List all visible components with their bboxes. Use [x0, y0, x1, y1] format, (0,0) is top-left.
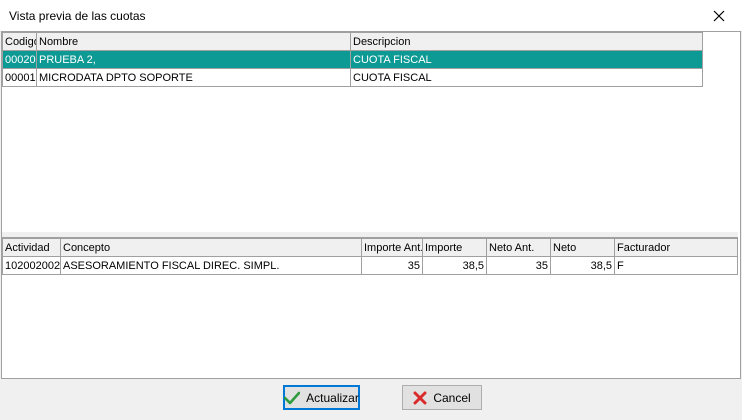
column-header-actividad[interactable]: Actividad: [2, 238, 61, 257]
checkmark-icon: [284, 391, 301, 404]
column-header-neto[interactable]: Neto: [550, 238, 615, 257]
close-button[interactable]: [696, 0, 742, 31]
column-header-codigo[interactable]: Codigo: [2, 32, 37, 51]
close-icon: [713, 10, 725, 21]
cell-concepto[interactable]: ASESORAMIENTO FISCAL DIREC. SIMPL.: [60, 256, 362, 275]
cell-neto-ant[interactable]: 35: [486, 256, 551, 275]
cuotas-table: Codigo Nombre Descripcion 00020 PRUEBA 2…: [2, 32, 703, 87]
cancel-button[interactable]: Cancel: [402, 385, 482, 410]
update-button[interactable]: Actualizar: [283, 385, 360, 410]
cell-neto[interactable]: 38,5: [550, 256, 615, 275]
cell-descripcion[interactable]: CUOTA FISCAL: [350, 50, 703, 69]
window-title: Vista previa de las cuotas: [9, 9, 146, 23]
cell-actividad[interactable]: 102002002: [2, 256, 61, 275]
cell-importe-ant[interactable]: 35: [361, 256, 423, 275]
table-row[interactable]: 00001 MICRODATA DPTO SOPORTE CUOTA FISCA…: [2, 68, 703, 87]
cuotas-grid[interactable]: Codigo Nombre Descripcion 00020 PRUEBA 2…: [2, 32, 738, 233]
cell-codigo[interactable]: 00020: [2, 50, 37, 69]
column-header-importe-ant[interactable]: Importe Ant.: [361, 238, 423, 257]
column-header-concepto[interactable]: Concepto: [60, 238, 362, 257]
header-row: Actividad Concepto Importe Ant. Importe …: [2, 238, 738, 257]
table-row[interactable]: 102002002 ASESORAMIENTO FISCAL DIREC. SI…: [2, 256, 738, 275]
cell-facturador[interactable]: F: [614, 256, 738, 275]
cell-nombre[interactable]: PRUEBA 2,: [36, 50, 351, 69]
cancel-button-label: Cancel: [433, 390, 471, 405]
cancel-x-icon: [413, 391, 427, 404]
header-row: Codigo Nombre Descripcion: [2, 32, 703, 51]
update-button-label: Actualizar: [306, 390, 359, 405]
table-row[interactable]: 00020 PRUEBA 2, CUOTA FISCAL: [2, 50, 703, 69]
cell-descripcion[interactable]: CUOTA FISCAL: [350, 68, 703, 87]
column-header-importe[interactable]: Importe: [422, 238, 487, 257]
conceptos-grid[interactable]: Actividad Concepto Importe Ant. Importe …: [2, 237, 738, 376]
column-header-nombre[interactable]: Nombre: [36, 32, 351, 51]
column-header-descripcion[interactable]: Descripcion: [350, 32, 703, 51]
cell-importe[interactable]: 38,5: [422, 256, 487, 275]
cell-nombre[interactable]: MICRODATA DPTO SOPORTE: [36, 68, 351, 87]
cell-codigo[interactable]: 00001: [2, 68, 37, 87]
title-bar: Vista previa de las cuotas: [0, 0, 742, 32]
column-header-neto-ant[interactable]: Neto Ant.: [486, 238, 551, 257]
column-header-facturador[interactable]: Facturador: [614, 238, 738, 257]
conceptos-table: Actividad Concepto Importe Ant. Importe …: [2, 238, 738, 275]
